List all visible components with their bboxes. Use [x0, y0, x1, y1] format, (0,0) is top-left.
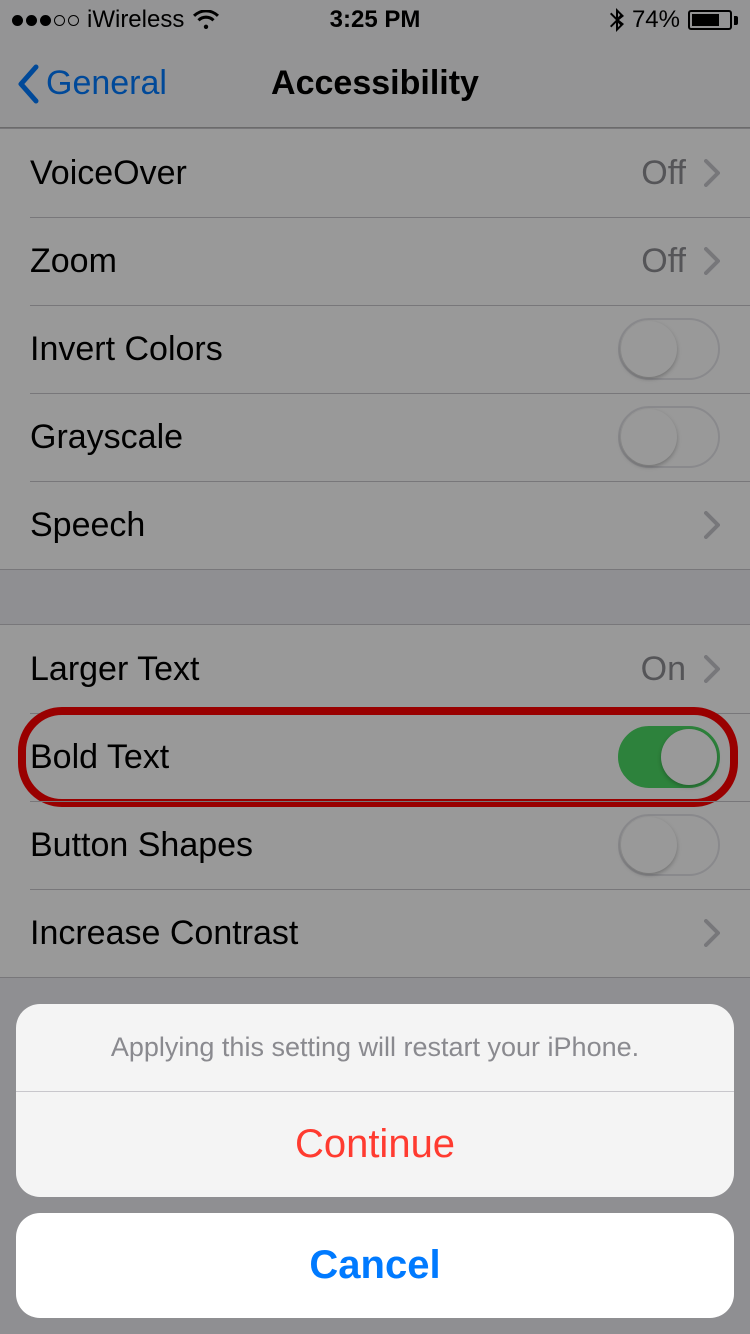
cancel-button[interactable]: Cancel [16, 1213, 734, 1318]
alert-message: Applying this setting will restart your … [16, 1004, 734, 1092]
action-sheet-group: Applying this setting will restart your … [16, 1004, 734, 1197]
continue-button[interactable]: Continue [16, 1092, 734, 1197]
action-sheet: Applying this setting will restart your … [16, 1004, 734, 1318]
